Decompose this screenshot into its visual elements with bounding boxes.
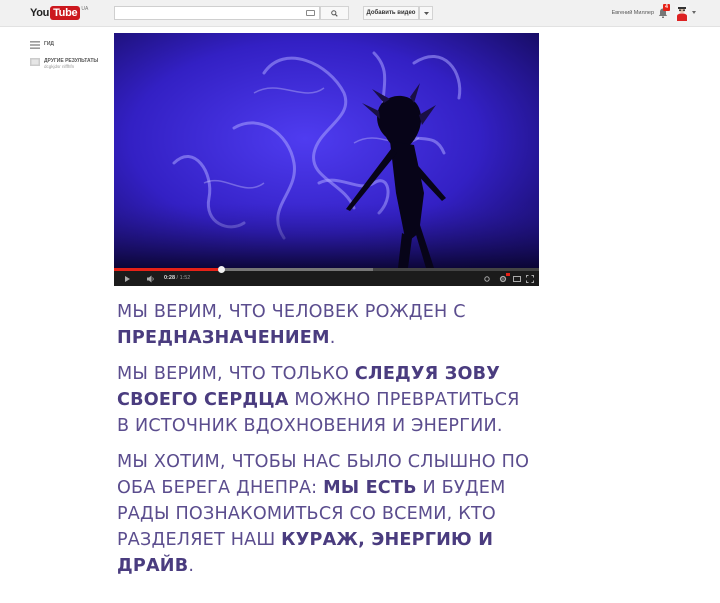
emphasis-span: предназначением [117,328,330,348]
guide-item-text: ДРУГИЕ РЕЗУЛЬТАТЫ dcgkjdsr nlffhfn [44,58,98,70]
search-icon [331,9,338,17]
text-span: Мы верим, что только [117,364,355,384]
hd-badge [506,273,510,276]
progress-bar[interactable] [114,266,539,273]
player-controls: 0:28 / 1:52 [114,266,539,286]
upload-menu-button[interactable] [419,6,433,20]
settings-gear-icon[interactable] [499,275,507,283]
guide-item-other-results[interactable]: ДРУГИЕ РЕЗУЛЬТАТЫ dcgkjdsr nlffhfn [30,58,98,70]
text-span: Мы верим, что человек рожден с [117,302,466,322]
video-frame[interactable] [114,33,539,268]
avatar[interactable] [675,5,689,21]
progress-played [114,268,222,271]
current-time: 0:28 [164,275,176,281]
play-icon[interactable] [125,276,130,282]
masthead: You Tube UA Добавить видео Евгений Милле… [0,0,720,27]
manifesto-paragraph-2: Мы верим, что только следуя зову своего … [117,361,537,439]
manifesto-paragraph-1: Мы верим, что человек рожден с предназна… [117,299,537,351]
notification-count-badge: 4 [663,4,670,11]
fullscreen-icon[interactable] [526,275,534,283]
manifesto-paragraph-3: Мы хотим, чтобы нас было слышно по оба б… [117,449,537,579]
logo-region-text: UA [81,6,89,12]
text-span: . [329,328,336,348]
menu-icon [30,41,40,49]
channel-thumbnail-icon [30,58,40,66]
time-display: 0:28 / 1:52 [164,275,190,282]
captions-icon[interactable] [483,275,491,283]
search-input[interactable] [114,6,320,20]
chevron-down-icon [423,11,429,15]
theater-mode-icon[interactable] [513,275,521,283]
text-span: . [188,556,195,576]
keyboard-icon[interactable] [306,10,315,16]
youtube-logo[interactable]: You Tube UA [30,6,88,20]
emphasis-span: мы есть [323,478,417,498]
duration: / 1:52 [176,275,191,281]
search-button[interactable] [320,6,349,20]
progress-scrubber[interactable] [218,266,226,273]
video-player[interactable]: 0:28 / 1:52 [114,33,539,286]
guide-item-guide[interactable]: ГИД [30,41,54,49]
guide-item-subtitle: dcgkjdsr nlffhfn [44,64,75,69]
logo-tube-text: Tube [50,6,81,20]
upload-video-button[interactable]: Добавить видео [363,6,419,20]
username[interactable]: Евгений Миллер [588,10,654,16]
volume-icon[interactable] [147,275,155,283]
account-menu-caret-icon[interactable] [692,11,696,14]
guide-item-label: ГИД [44,41,54,47]
logo-you-text: You [30,7,50,19]
manifesto-text: Мы верим, что человек рожден с предназна… [117,299,537,589]
